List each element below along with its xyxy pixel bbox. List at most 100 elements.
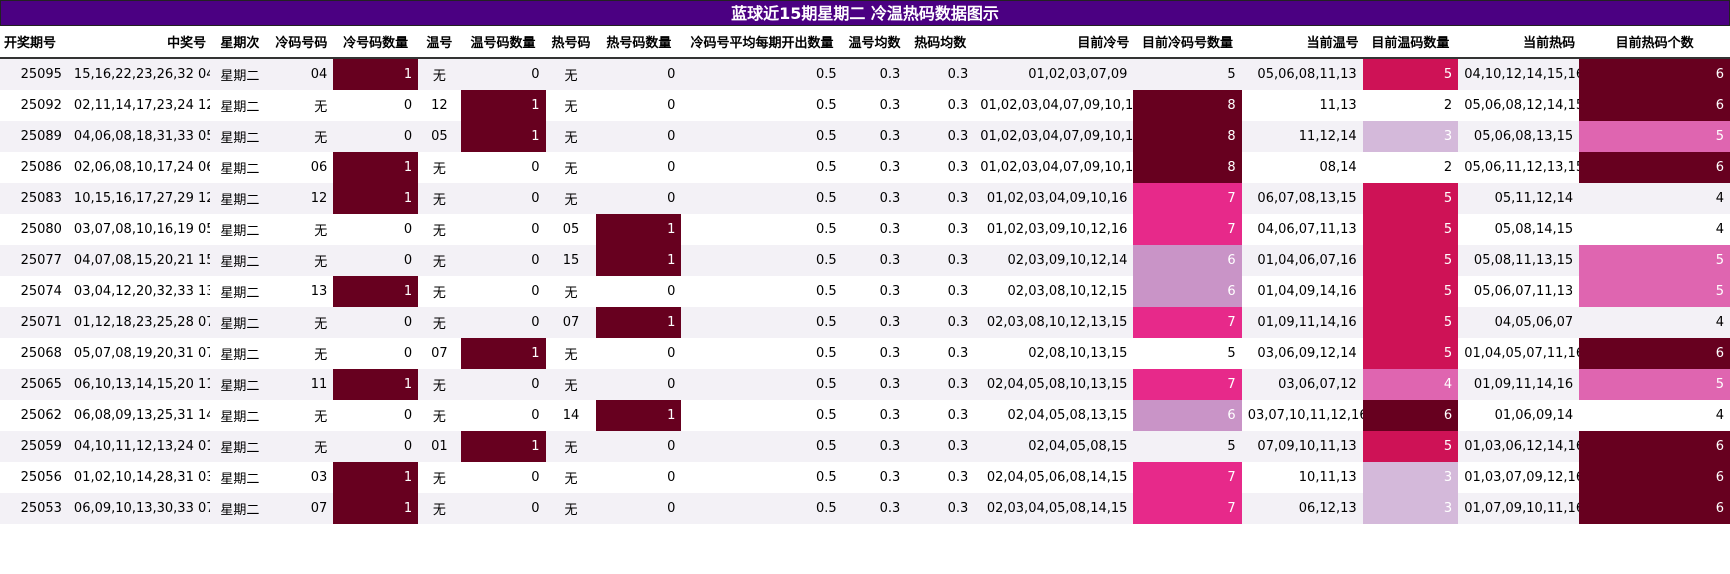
table-row: 25080 03,07,08,10,16,19 05 星期二无 0 无 0 05 1 0.5 0.… [0,214,1730,245]
table-cell: 0 [596,462,682,493]
table-cell: 01,03,07,09,12,16 [1458,462,1580,493]
column-header: 当前热码 [1458,26,1580,59]
table-cell: 0 [333,245,419,276]
table-cell: 6 [1579,338,1730,369]
table-cell: 1 [333,276,419,307]
table-row: 25059 04,10,11,12,13,24 01 星期二无 0 01 1 无 0 0.5 0.… [0,431,1730,462]
table-cell: 04,05,06,07 [1458,307,1580,338]
table-cell: 25059 [0,431,68,462]
table-row: 25065 06,10,13,14,15,20 11 星期二 11 1 无 0 无 0 0.5 0.… [0,369,1730,400]
table-cell: 25089 [0,121,68,152]
table-cell: 0.5 [681,214,843,245]
table-cell: 0.3 [906,183,975,214]
table-cell: 01,04,09,14,16 [1241,276,1363,307]
table-cell: 01,12,18,23,25,28 07 [67,307,211,338]
table-cell: 0.3 [842,307,907,338]
table-cell: 01,02,03,04,07,09,10,16 [974,90,1134,121]
table-cell: 0.3 [906,90,975,121]
table-cell: 04,06,08,18,31,33 05 [67,121,211,152]
table-cell: 无 [269,431,334,462]
table-cell: 无 [269,121,334,152]
table-cell: 1 [460,90,546,121]
table-cell: 25077 [0,245,68,276]
table-cell: 06,07,08,13,15 [1241,183,1363,214]
table-cell: 05,06,11,12,13,15 [1458,152,1580,183]
table-cell: 02,11,14,17,23,24 12 [67,90,211,121]
table-cell: 0 [333,431,419,462]
table-cell: 4 [1362,369,1459,400]
table-cell: 无 [418,307,461,338]
table-cell: 1 [333,462,419,493]
table-cell: 5 [1579,245,1730,276]
header-row: 开奖期号 中奖号 星期次 冷码号码 冷号码数量 温号 温号码数量 热号码 热号码数量 冷码号平均每… [0,26,1730,59]
table-cell: 05,11,12,14 [1458,183,1580,214]
column-header: 温号 [418,26,461,59]
table-cell: 5 [1362,431,1459,462]
table-row: 25053 06,09,10,13,30,33 07 星期二 07 1 无 0 无 0 0.5 0.… [0,493,1730,524]
table-cell: 02,03,04,05,08,14,15 [974,493,1134,524]
table-cell: 1 [596,400,682,431]
table-cell: 8 [1133,121,1242,152]
table-cell: 无 [269,214,334,245]
table-cell: 0.5 [681,369,843,400]
table-cell: 无 [418,493,461,524]
column-header: 星期次 [210,26,270,59]
table-cell: 星期二 [210,338,270,369]
table-cell: 星期二 [210,214,270,245]
table-cell: 无 [269,307,334,338]
table-cell: 无 [418,245,461,276]
table-cell: 0 [596,369,682,400]
table-cell: 01,02,03,04,09,10,16 [974,183,1134,214]
table-cell: 无 [545,493,597,524]
table-cell: 5 [1362,307,1459,338]
table-cell: 0 [460,307,546,338]
table-cell: 7 [1133,493,1242,524]
table-cell: 星期二 [210,152,270,183]
table-cell: 05,06,08,11,13 [1241,58,1363,90]
column-header: 冷码号码 [269,26,334,59]
table-cell: 04,07,08,15,20,21 15 [67,245,211,276]
table-cell: 星期二 [210,462,270,493]
table-cell: 0 [596,58,682,90]
column-header: 温号码数量 [460,26,546,59]
table-cell: 0.3 [842,276,907,307]
table-cell: 2 [1362,90,1459,121]
table-cell: 0 [460,58,546,90]
table-cell: 1 [596,245,682,276]
table-cell: 0.3 [906,307,975,338]
table-cell: 10,15,16,17,27,29 12 [67,183,211,214]
table-cell: 25095 [0,58,68,90]
table-cell: 4 [1579,183,1730,214]
data-table: 开奖期号 中奖号 星期次 冷码号码 冷号码数量 温号 温号码数量 热号码 热号码数量 冷码号平均每… [0,26,1730,524]
table-cell: 0 [333,214,419,245]
table-cell: 0.5 [681,307,843,338]
table-cell: 无 [418,400,461,431]
table-cell: 11 [269,369,334,400]
table-cell: 06,09,10,13,30,33 07 [67,493,211,524]
table-cell: 6 [1133,400,1242,431]
table-cell: 03,07,08,10,16,19 05 [67,214,211,245]
table-row: 25083 10,15,16,17,27,29 12 星期二 12 1 无 0 无 0 0.5 0.… [0,183,1730,214]
table-cell: 6 [1579,58,1730,90]
table-cell: 5 [1362,214,1459,245]
column-header: 热码均数 [906,26,975,59]
table-cell: 5 [1133,58,1242,90]
table-cell: 0.5 [681,152,843,183]
table-cell: 0 [333,121,419,152]
table-cell: 6 [1579,90,1730,121]
column-header: 开奖期号 [0,26,68,59]
column-header: 目前冷号 [974,26,1134,59]
table-cell: 25053 [0,493,68,524]
table-cell: 6 [1133,245,1242,276]
table-cell: 25074 [0,276,68,307]
table-cell: 14 [545,400,597,431]
table-cell: 06,10,13,14,15,20 11 [67,369,211,400]
table-row: 25071 01,12,18,23,25,28 07 星期二无 0 无 0 07 1 0.5 0.… [0,307,1730,338]
table-cell: 0.3 [842,431,907,462]
table-cell: 5 [1579,121,1730,152]
table-cell: 06,08,09,13,25,31 14 [67,400,211,431]
table-cell: 0 [460,152,546,183]
table-row: 25068 05,07,08,19,20,31 07 星期二无 0 07 1 无 0 0.5 0.… [0,338,1730,369]
table-cell: 4 [1579,400,1730,431]
table-cell: 0.3 [842,90,907,121]
